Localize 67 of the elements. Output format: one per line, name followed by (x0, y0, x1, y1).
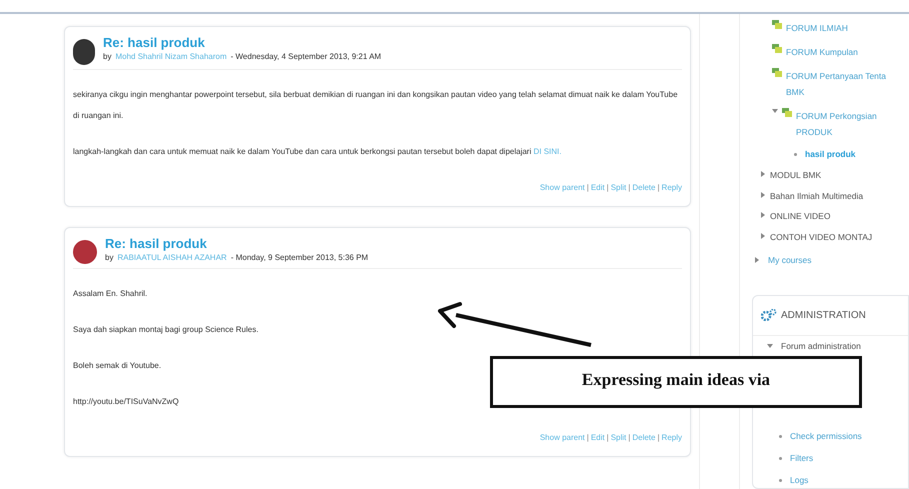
separator: | (606, 432, 609, 444)
separator: | (586, 182, 589, 194)
action-link[interactable]: Show parent (540, 432, 585, 444)
action-link[interactable]: Edit (590, 182, 605, 194)
avatar-icon (73, 240, 97, 264)
separator: | (657, 182, 660, 194)
bullet-icon (794, 152, 797, 156)
nav-item[interactable]: Filters (790, 452, 814, 465)
forum-link[interactable]: FORUM ILMIAH (786, 20, 848, 36)
separator: | (657, 432, 660, 444)
separator: | (586, 432, 589, 444)
post-paragraph: Boleh semak di Youtube. (73, 360, 162, 372)
action-link[interactable]: Split (610, 432, 626, 444)
post-paragraph: sekiranya cikgu ingin menghantar powerpoint tersebut, sila berbuat demikian di ruangan ini dan kongsikan pautan video yang telah selamat dimuat naik ke dalam YouTube di ruangan ini. (73, 89, 679, 122)
action-link[interactable]: Reply (662, 432, 682, 444)
link[interactable]: DI SINI. (533, 147, 562, 156)
post-paragraph: Saya dah siapkan montaj bagi group Science Rules. (73, 324, 260, 336)
action-link[interactable]: Delete (632, 432, 656, 444)
caret-icon (767, 342, 773, 349)
author-link[interactable]: RABIAATUL AISHAH AZAHAR (117, 252, 227, 264)
caret-icon (754, 257, 760, 264)
caret-icon (772, 108, 778, 114)
action-link[interactable]: Edit (590, 432, 605, 444)
caret-icon (760, 212, 766, 218)
panel-title: ADMINISTRATION (781, 308, 866, 322)
nav-item[interactable]: Check permissions (790, 430, 862, 443)
nav-item[interactable]: ONLINE VIDEO (770, 210, 830, 223)
bullet-icon (779, 435, 782, 438)
nav-item[interactable]: My courses (768, 254, 812, 266)
forum-icon (772, 20, 782, 29)
forum-link[interactable]: FORUM Perkongsian PRODUK (796, 108, 877, 140)
caret-icon (760, 170, 766, 177)
separator: | (628, 432, 630, 444)
forum-link[interactable]: FORUM Pertanyaan Tenta BMK (786, 68, 886, 100)
bullet-icon (779, 456, 782, 460)
action-link[interactable]: Show parent (540, 182, 585, 194)
by-label: by (103, 51, 112, 63)
post-paragraph: Assalam En. Shahril. (73, 288, 148, 300)
forum-icon (772, 68, 782, 77)
action-link[interactable]: Reply (662, 182, 682, 194)
by-label: by (105, 252, 114, 264)
nav-item[interactable]: MODUL BMK (770, 168, 822, 182)
settings-icon (761, 309, 777, 321)
forum-link[interactable]: FORUM Kumpulan (786, 44, 858, 60)
post-paragraph: langkah-langkah dan cara untuk memuat naik ke dalam YouTube dan cara untuk berkongsi pautan tersebut boleh dapat dipelajari DI SINI. (73, 146, 562, 158)
post-paragraph: http://youtu.be/TISuVaNvZwQ (73, 396, 180, 408)
post-title[interactable]: Re: hasil produk (105, 236, 368, 252)
separator: | (628, 182, 630, 194)
author-link[interactable]: Mohd Shahril Nizam Shaharom (115, 51, 227, 63)
annotation-text: Expressing main ideas via (582, 369, 770, 391)
caret-icon (760, 192, 766, 198)
bullet-icon (779, 478, 782, 482)
nav-item[interactable]: Logs (790, 474, 808, 486)
forum-icon (772, 44, 782, 53)
post-title[interactable]: Re: hasil produk (103, 35, 382, 51)
nav-item[interactable]: CONTOH VIDEO MONTAJ (770, 231, 872, 244)
caret-icon (760, 233, 766, 239)
post-date: - Wednesday, 4 September 2013, 9:21 AM (230, 51, 382, 63)
action-link[interactable]: Delete (632, 182, 656, 194)
separator: | (606, 182, 609, 194)
nav-item[interactable]: Forum administration (781, 340, 861, 352)
avatar-icon (73, 39, 95, 65)
action-link[interactable]: Split (610, 182, 626, 194)
post-date: - Monday, 9 September 2013, 5:36 PM (230, 252, 368, 264)
nav-item[interactable]: hasil produk (805, 148, 856, 161)
forum-icon (782, 108, 792, 117)
nav-item[interactable]: Bahan Ilmiah Multimedia (770, 190, 864, 202)
